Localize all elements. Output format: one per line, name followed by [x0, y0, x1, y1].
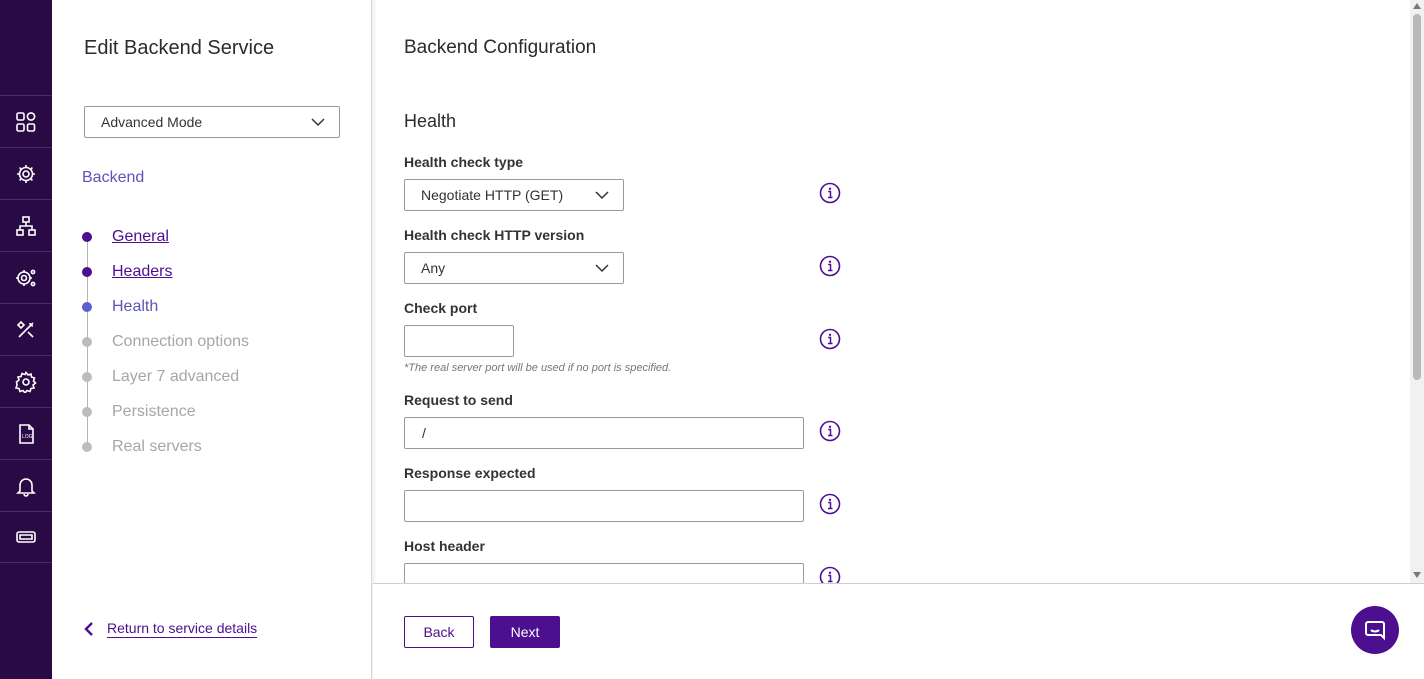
network-icon — [16, 215, 36, 236]
chevron-down-icon — [311, 118, 325, 127]
main-content: Backend Configuration Health Health chec… — [373, 0, 1424, 583]
info-icon — [819, 566, 841, 583]
host-header-info-button[interactable] — [819, 566, 841, 583]
rail-ticket-button[interactable] — [0, 511, 52, 563]
chevron-down-icon — [595, 264, 609, 273]
wizard-footer: Back Next — [373, 583, 1424, 679]
main-title: Backend Configuration — [404, 37, 597, 58]
wizard-nav-panel: Edit Backend Service Advanced Mode Backe… — [52, 0, 372, 679]
scrollbar-thumb[interactable] — [1413, 14, 1421, 380]
step-layer7-advanced: Layer 7 advanced — [82, 366, 239, 388]
mode-select-value: Advanced Mode — [101, 114, 203, 130]
step-label: Health — [112, 298, 159, 315]
http-version-select[interactable]: Any — [404, 252, 624, 284]
section-title: Health — [404, 111, 457, 131]
request-to-send-input[interactable]: / — [404, 417, 804, 449]
main-scrollbar[interactable] — [1410, 0, 1424, 583]
info-icon — [819, 328, 841, 350]
health-check-type-value: Negotiate HTTP (GET) — [421, 187, 564, 203]
http-version-label: Health check HTTP version — [404, 227, 585, 243]
rail-dashboard-button[interactable] — [0, 95, 52, 147]
info-icon — [819, 182, 841, 204]
check-port-label: Check port — [404, 300, 478, 316]
check-port-input[interactable] — [404, 325, 514, 357]
response-expected-label: Response expected — [404, 465, 536, 481]
step-indicator — [82, 302, 92, 312]
step-indicator — [82, 407, 92, 417]
step-real-servers: Real servers — [82, 436, 202, 458]
health-check-type-label: Health check type — [404, 154, 524, 170]
page-title: Edit Backend Service — [84, 37, 275, 59]
tools-icon — [16, 320, 34, 338]
system-settings-icon — [16, 269, 36, 286]
rail-notifications-button[interactable] — [0, 459, 52, 511]
info-icon — [819, 255, 841, 277]
step-label: General — [112, 228, 169, 245]
host-header-label: Host header — [404, 538, 485, 554]
step-persistence: Persistence — [82, 401, 196, 423]
health-check-type-select[interactable]: Negotiate HTTP (GET) — [404, 179, 624, 211]
step-label: Layer 7 advanced — [112, 368, 240, 385]
step-label: Connection options — [112, 333, 249, 350]
chevron-left-icon — [84, 622, 93, 636]
rail-network-button[interactable] — [0, 199, 52, 251]
back-button[interactable]: Back — [404, 616, 474, 648]
response-expected-input[interactable] — [404, 490, 804, 522]
chat-button[interactable] — [1351, 606, 1399, 654]
check-port-info-button[interactable] — [819, 328, 841, 350]
info-icon — [819, 420, 841, 442]
step-label: Persistence — [112, 403, 196, 420]
step-indicator — [82, 372, 92, 382]
http-version-info-button[interactable] — [819, 255, 841, 277]
scroll-up-arrow[interactable] — [1413, 3, 1421, 9]
step-connection-options: Connection options — [82, 331, 249, 353]
info-icon — [819, 493, 841, 515]
app-root: LOG Edit Backend Service Advanced Mode B… — [0, 0, 1424, 679]
notifications-icon — [16, 477, 36, 497]
dashboard-icon — [16, 111, 36, 132]
rail-settings-button[interactable] — [0, 355, 52, 407]
step-label: Headers — [112, 263, 173, 280]
scroll-down-arrow[interactable] — [1413, 572, 1421, 578]
return-link-label: Return to service details — [107, 620, 258, 638]
host-header-input[interactable] — [404, 563, 804, 583]
response-expected-info-button[interactable] — [819, 493, 841, 515]
chevron-down-icon — [595, 191, 609, 200]
next-button[interactable]: Next — [490, 616, 560, 648]
log-icon: LOG — [19, 423, 34, 444]
step-label: Real servers — [112, 438, 202, 455]
mode-select[interactable]: Advanced Mode — [84, 106, 340, 138]
chat-icon — [1365, 621, 1385, 641]
request-to-send-label: Request to send — [404, 392, 513, 408]
rail-services-button[interactable] — [0, 147, 52, 199]
return-to-service-link[interactable]: Return to service details — [82, 620, 258, 638]
step-general[interactable]: General — [82, 226, 169, 248]
ticket-icon — [16, 531, 36, 543]
services-icon — [17, 164, 35, 183]
step-indicator — [82, 337, 92, 347]
rail-tools-button[interactable] — [0, 303, 52, 355]
rail-log-button[interactable]: LOG — [0, 407, 52, 459]
health-check-type-info-button[interactable] — [819, 182, 841, 204]
step-indicator — [82, 267, 92, 277]
step-headers[interactable]: Headers — [82, 261, 172, 283]
request-to-send-info-button[interactable] — [819, 420, 841, 442]
check-port-hint: *The real server port will be used if no… — [404, 362, 672, 374]
step-health[interactable]: Health — [82, 296, 158, 318]
http-version-value: Any — [421, 260, 446, 276]
nav-section-label: Backend — [82, 169, 145, 186]
settings-icon — [15, 370, 37, 393]
step-indicator — [82, 232, 92, 242]
left-rail: LOG — [0, 0, 52, 679]
svg-text:LOG: LOG — [22, 434, 33, 440]
rail-system-settings-button[interactable] — [0, 251, 52, 303]
step-indicator — [82, 442, 92, 452]
